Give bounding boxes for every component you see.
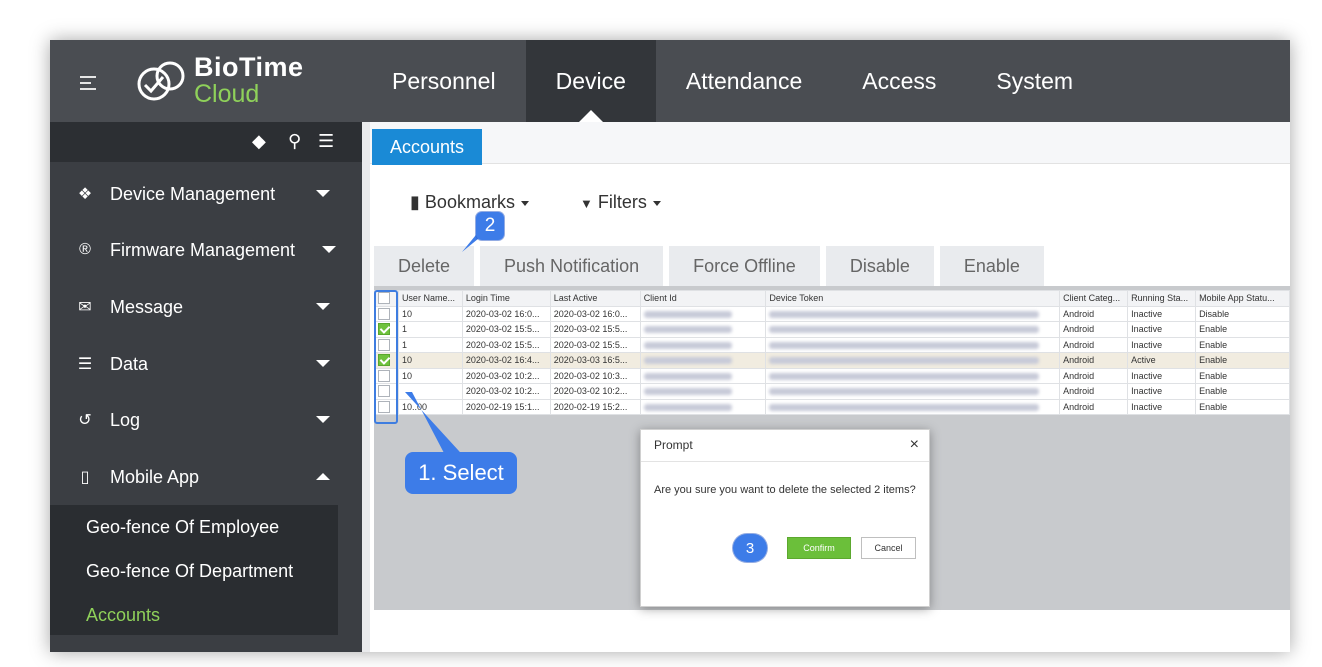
dialog-message: Are you sure you want to delete the sele…: [654, 484, 916, 496]
step-3-badge: 3: [733, 534, 767, 562]
prompt-dialog: Prompt × Are you sure you want to delete…: [640, 429, 930, 607]
dialog-title: Prompt: [654, 438, 693, 452]
app-window: BioTime Cloud Personnel Device Attendanc…: [50, 40, 1290, 652]
cancel-button[interactable]: Cancel: [861, 537, 916, 559]
step-2-badge: 2: [476, 212, 504, 240]
dialog-divider: [641, 461, 929, 462]
confirm-button[interactable]: Confirm: [787, 537, 851, 559]
step-1-callout: 1. Select: [405, 452, 517, 494]
close-icon[interactable]: ×: [910, 436, 919, 454]
